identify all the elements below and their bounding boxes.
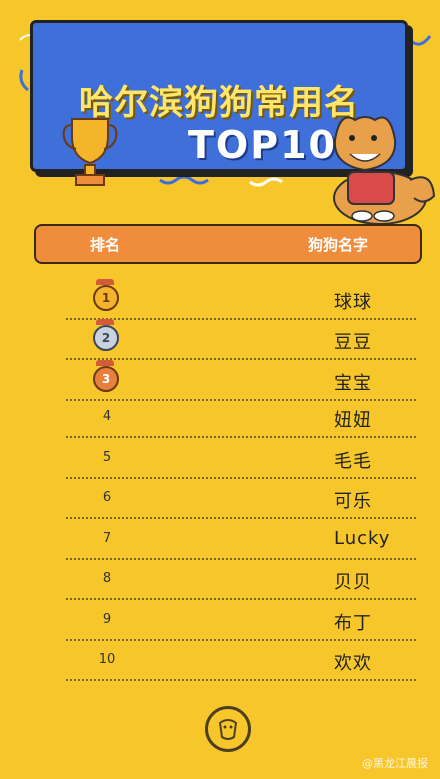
dog-name: 妞妞 xyxy=(334,410,372,431)
list-item: 1 球球 xyxy=(66,279,416,320)
list-item: 10 欢欢 xyxy=(66,641,416,681)
list-item: 6 可乐 xyxy=(66,479,416,519)
rank-number: 8 xyxy=(102,571,112,586)
dog-name: 布丁 xyxy=(334,613,372,634)
list-item: 9 布丁 xyxy=(66,601,416,641)
gold-medal-icon: 1 xyxy=(93,285,119,311)
page-subtitle: TOP10 xyxy=(188,123,337,167)
dog-badge-icon xyxy=(205,706,251,752)
table-header: 排名 狗狗名字 xyxy=(34,224,422,264)
header-rank: 排名 xyxy=(90,236,121,254)
list-item: 2 豆豆 xyxy=(66,319,416,360)
rank-number: 7 xyxy=(102,531,112,546)
watermark: @黑龙江晨报 xyxy=(362,757,428,770)
shiba-dog-illustration xyxy=(333,116,436,225)
bronze-medal-icon: 3 xyxy=(93,366,119,392)
header-dog-name: 狗狗名字 xyxy=(308,236,369,254)
dog-name: 欢欢 xyxy=(334,653,372,674)
rank-number: 5 xyxy=(102,450,112,465)
list-item: 7 Lucky xyxy=(66,520,416,560)
list-item: 8 贝贝 xyxy=(66,560,416,600)
dog-name: 球球 xyxy=(334,292,372,313)
dog-name: 毛毛 xyxy=(334,451,372,472)
dog-name: 可乐 xyxy=(334,491,372,512)
list-item: 4 妞妞 xyxy=(66,398,416,438)
rank-number: 4 xyxy=(102,409,112,424)
dog-name: 贝贝 xyxy=(334,572,372,593)
rank-number: 9 xyxy=(102,612,112,627)
rank-number: 6 xyxy=(102,490,112,505)
trophy-icon xyxy=(62,118,118,186)
rank-number: 10 xyxy=(98,652,116,667)
list-item: 3 宝宝 xyxy=(66,360,416,401)
silver-medal-icon: 2 xyxy=(93,325,119,351)
list-item: 5 毛毛 xyxy=(66,439,416,479)
dog-name: Lucky xyxy=(334,528,391,549)
dog-name: 宝宝 xyxy=(334,373,372,394)
dog-name: 豆豆 xyxy=(334,332,372,353)
